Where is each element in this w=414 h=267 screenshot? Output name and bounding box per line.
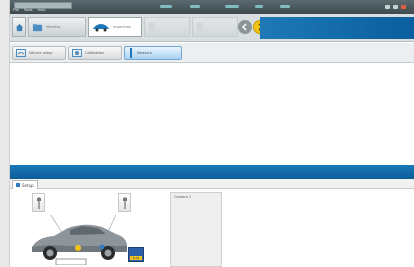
tab-inspection[interactable]: Inspection xyxy=(88,17,142,37)
bottom-panel: 8.16 Camera 1 xyxy=(10,190,414,267)
camera-icon xyxy=(122,196,127,209)
window-left-border xyxy=(0,0,10,267)
menu-item-tools[interactable]: Tools xyxy=(24,8,33,12)
measure-icon xyxy=(130,48,132,58)
menu-bar: File Tools Help xyxy=(13,8,45,12)
measurement-badge: 8.16 xyxy=(128,247,144,262)
back-button[interactable] xyxy=(238,20,252,34)
tab-vehicles[interactable]: Vehicles xyxy=(28,17,86,37)
setup-icon xyxy=(16,183,20,187)
subtab-calibration[interactable]: Calibration xyxy=(68,46,122,60)
camera-list[interactable]: Camera 1 xyxy=(170,192,222,267)
camera-left[interactable] xyxy=(32,193,45,212)
menu-item-help[interactable]: Help xyxy=(37,8,45,12)
titlebar-decoration xyxy=(255,5,263,8)
list-item[interactable]: Camera 1 xyxy=(171,193,221,201)
subtab-vehicle-setup-label: Vehicle setup xyxy=(29,51,53,55)
application-window: File Tools Help Vehicles Inspection Vehi… xyxy=(10,0,414,267)
car-folder-icon xyxy=(32,23,43,31)
subtab-vehicle-setup[interactable]: Vehicle setup xyxy=(12,46,66,60)
badge-top-text xyxy=(129,248,143,250)
title-bar: File Tools Help xyxy=(10,0,414,14)
panel-header-bar xyxy=(10,165,414,179)
report-icon xyxy=(197,23,203,31)
maximize-button[interactable] xyxy=(393,5,398,9)
home-icon xyxy=(15,23,23,31)
badge-value: 8.16 xyxy=(130,256,142,260)
titlebar-decoration xyxy=(160,5,172,8)
target-icon xyxy=(72,49,82,57)
subtab-calibration-label: Calibration xyxy=(85,51,105,55)
camera-icon xyxy=(36,196,41,209)
sub-tab-bar: Vehicle setup Calibration Measure xyxy=(10,43,414,63)
tab-setup[interactable]: Setup xyxy=(12,180,38,189)
camera-car-icon xyxy=(93,24,109,32)
tab-inspection-label: Inspection xyxy=(113,25,132,29)
main-tab-bar: Vehicles Inspection xyxy=(10,14,414,42)
vehicle-illustration xyxy=(32,215,127,265)
menu-item-file[interactable]: File xyxy=(13,8,19,12)
tab-setup-label: Setup xyxy=(22,182,34,188)
minimize-button[interactable] xyxy=(385,5,390,9)
titlebar-decoration xyxy=(225,5,239,8)
subtab-measure[interactable]: Measure xyxy=(124,46,182,60)
bottom-panel-tab-strip: Setup xyxy=(10,179,414,189)
titlebar-decoration xyxy=(280,5,290,8)
home-button[interactable] xyxy=(12,17,26,37)
titlebar-decoration xyxy=(190,5,200,8)
workspace-area xyxy=(10,64,414,164)
brand-banner xyxy=(260,17,414,39)
camera-right[interactable] xyxy=(118,193,131,212)
tab-disabled-2[interactable] xyxy=(192,17,238,37)
document-icon xyxy=(149,23,155,31)
tab-disabled-1[interactable] xyxy=(144,17,190,37)
close-button[interactable] xyxy=(401,5,406,9)
tab-vehicles-label: Vehicles xyxy=(46,25,61,29)
subtab-measure-label: Measure xyxy=(137,51,152,55)
car-settings-icon xyxy=(16,49,26,57)
arrow-left-icon xyxy=(241,23,247,31)
